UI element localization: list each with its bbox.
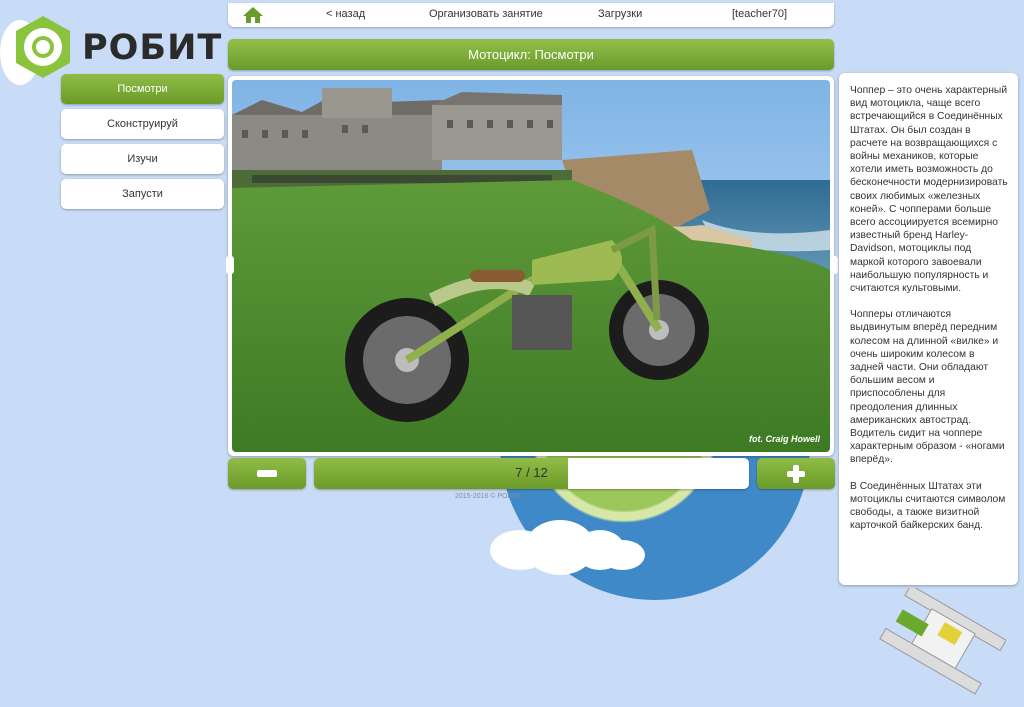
- description-panel: Чоппер – это очень характерный вид мотоц…: [839, 73, 1018, 585]
- description-paragraph: Чоппер – это очень характерный вид мотоц…: [850, 85, 1008, 295]
- organize-lesson-link[interactable]: Организовать занятие: [429, 8, 543, 20]
- copyright-text: 2015-2016 © РОБИТ: [455, 493, 522, 500]
- logo-text: РОБИТ: [82, 28, 223, 68]
- description-paragraph: В Соединённых Штатах эти мотоциклы счита…: [850, 480, 1006, 532]
- home-button[interactable]: [228, 3, 278, 27]
- motorcycle-photo: fot. Craig Howell: [232, 80, 830, 452]
- background-cloud: [600, 540, 645, 570]
- menu-item-launch[interactable]: Запусти: [61, 179, 224, 209]
- next-button[interactable]: [757, 458, 835, 489]
- menu-item-look[interactable]: Посмотри: [61, 74, 224, 104]
- minus-icon: [257, 469, 277, 477]
- progress-label: 7 / 12: [515, 465, 548, 480]
- previous-button[interactable]: [228, 458, 306, 489]
- back-link[interactable]: < назад: [326, 8, 365, 20]
- robit-logo-icon: [16, 16, 70, 78]
- robit-logo[interactable]: РОБИТ: [12, 14, 222, 80]
- home-icon: [243, 7, 263, 23]
- photo-edge-handle-right: [830, 256, 838, 274]
- top-nav-bar: < назад Организовать занятие Загрузки [t…: [228, 3, 834, 27]
- page-title: Мотоцикл: Посмотри: [228, 39, 834, 70]
- menu-item-construct[interactable]: Сконструируй: [61, 109, 224, 139]
- slide-progress: 7 / 12: [314, 458, 749, 489]
- photo-credit: fot. Craig Howell: [748, 434, 820, 444]
- description-paragraph: Чопперы отличаются выдвинутым вперёд пер…: [850, 309, 1005, 466]
- downloads-link[interactable]: Загрузки: [598, 8, 642, 20]
- photo-frame: fot. Craig Howell: [226, 76, 838, 456]
- menu-item-learn[interactable]: Изучи: [61, 144, 224, 174]
- toy-plane-illustration: [879, 588, 1006, 695]
- photo-edge-handle-left: [226, 256, 234, 274]
- plus-icon: [787, 464, 805, 483]
- user-link[interactable]: [teacher70]: [732, 8, 787, 20]
